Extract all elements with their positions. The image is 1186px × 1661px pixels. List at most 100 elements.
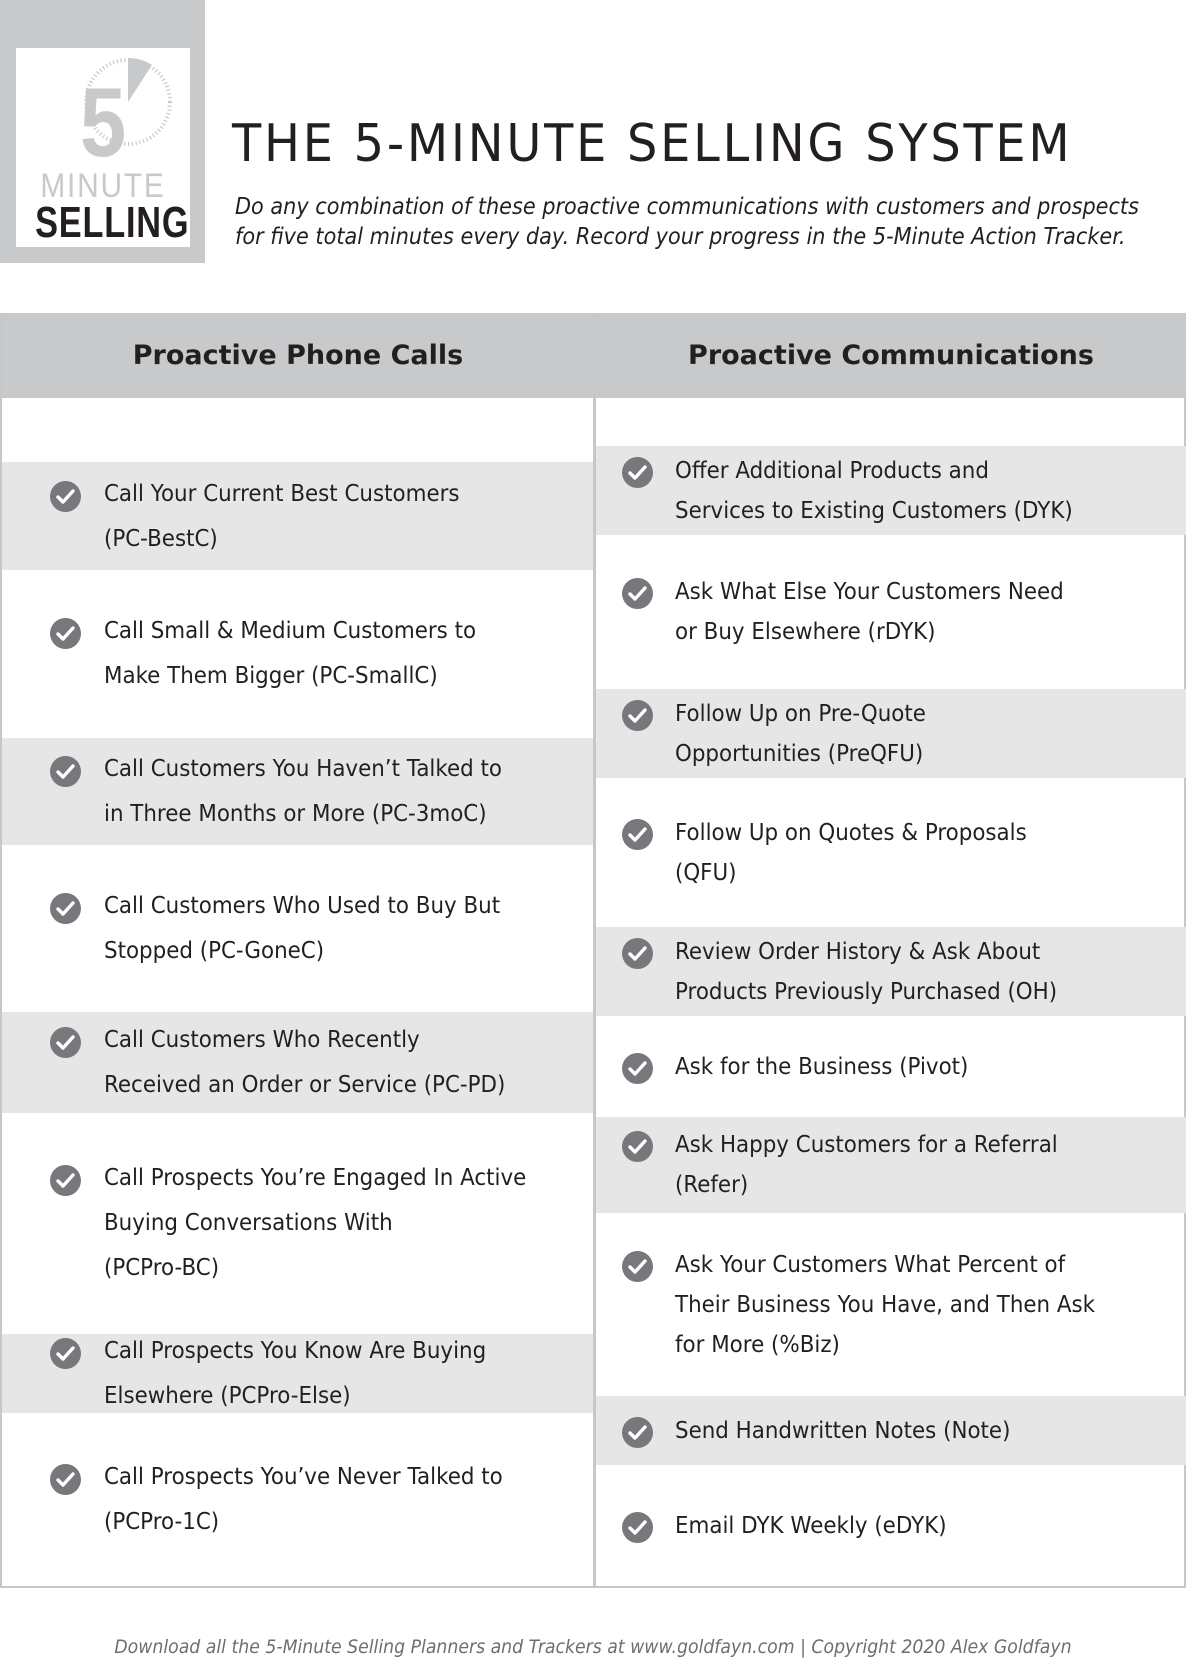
subtitle-line-2: for five total minutes every day. Record…	[235, 224, 1126, 250]
list-item-line: Ask for the Business (Pivot)	[675, 1054, 969, 1080]
check-circle-icon	[622, 1417, 653, 1448]
list-item-line: or Buy Elsewhere (rDYK)	[675, 619, 936, 645]
list-item-line: Call Your Current Best Customers	[104, 481, 460, 507]
table-row: Offer Additional Products and Services to…	[596, 446, 1186, 535]
list-item-text: Call Customers You Haven’t Talked to in T…	[104, 747, 502, 837]
check-circle-icon	[622, 819, 653, 850]
list-item-line: Services to Existing Customers (DYK)	[675, 498, 1073, 524]
list-item-text: Follow Up on Pre-Quote Opportunities (Pre…	[675, 694, 926, 774]
list-item-line: (PCPro-BC)	[104, 1255, 220, 1281]
list-item-line: Review Order History & Ask About	[675, 939, 1041, 965]
activities-table: Proactive Phone Calls Proactive Communic…	[0, 313, 1186, 1588]
check-circle-icon	[50, 481, 81, 512]
check-circle-icon	[622, 1053, 653, 1084]
list-item-text: Email DYK Weekly (eDYK)	[675, 1506, 947, 1546]
list-item-text: Call Customers Who Used to Buy But Stoppe…	[104, 884, 500, 974]
check-circle-icon	[50, 1165, 81, 1196]
table-row: Review Order History & Ask About Products…	[596, 927, 1186, 1016]
list-item-text: Call Prospects You’ve Never Talked to (PC…	[104, 1455, 503, 1545]
list-item-text: Ask Your Customers What Percent of Their …	[675, 1245, 1095, 1365]
list-item-line: Their Business You Have, and Then Ask	[675, 1292, 1096, 1318]
table-row: Follow Up on Quotes & Proposals (QFU)	[596, 778, 1186, 927]
table-row: Ask for the Business (Pivot)	[596, 1016, 1186, 1117]
footer-text: Download all the 5-Minute Selling Planne…	[114, 1636, 1072, 1658]
list-item-text: Review Order History & Ask About Products…	[675, 932, 1057, 1012]
check-circle-icon	[50, 893, 81, 924]
list-item-line: Call Customers Who Used to Buy But	[104, 893, 501, 919]
column-heading-communications: Proactive Communications	[688, 340, 1094, 371]
check-circle-icon	[50, 1464, 81, 1495]
table-row: Call Customers Who Recently Received an O…	[2, 1012, 593, 1113]
table-row: Send Handwritten Notes (Note)	[596, 1396, 1186, 1465]
list-item-text: Ask What Else Your Customers Need or Buy …	[675, 572, 1064, 652]
list-item-text: Call Prospects You Know Are Buying Elsewh…	[104, 1329, 486, 1419]
list-item-line: in Three Months or More (PC-3moC)	[104, 801, 487, 827]
list-item-line: Buying Conversations With	[104, 1210, 393, 1236]
check-circle-icon	[622, 700, 653, 731]
list-item-line: Ask What Else Your Customers Need	[675, 579, 1064, 605]
table-row: Call Prospects You Know Are Buying Elsewh…	[2, 1334, 593, 1413]
list-item-line: Ask Your Customers What Percent of	[675, 1252, 1066, 1278]
page-subtitle: Do any combination of these proactive co…	[235, 192, 1139, 252]
list-item-text: Send Handwritten Notes (Note)	[675, 1411, 1010, 1451]
subtitle-line-1: Do any combination of these proactive co…	[235, 194, 1139, 220]
list-item-line: Follow Up on Quotes & Proposals	[675, 820, 1027, 846]
table-row: Call Customers Who Used to Buy But Stoppe…	[2, 845, 593, 1012]
list-item-line: (Refer)	[675, 1172, 749, 1198]
list-item-line: Ask Happy Customers for a Referral	[675, 1132, 1058, 1158]
list-item-line: Opportunities (PreQFU)	[675, 741, 924, 767]
table-row: Ask Your Customers What Percent of Their …	[596, 1213, 1186, 1396]
table-row: Call Small & Medium Customers to Make The…	[2, 570, 593, 738]
logo: 5 MINUTE SELLING	[0, 0, 205, 263]
list-item-text: Call Your Current Best Customers (PC-Best…	[104, 472, 460, 562]
list-item-line: Call Prospects You’ve Never Talked to	[104, 1464, 503, 1490]
check-circle-icon	[50, 756, 81, 787]
list-item-line: (PCPro-1C)	[104, 1509, 220, 1535]
list-item-line: Stopped (PC-GoneC)	[104, 938, 325, 964]
check-circle-icon	[622, 938, 653, 969]
table-row: Ask What Else Your Customers Need or Buy …	[596, 535, 1186, 689]
list-item-line: Follow Up on Pre-Quote	[675, 701, 926, 727]
list-item-line: Offer Additional Products and	[675, 458, 989, 484]
list-item-line: (QFU)	[675, 860, 737, 886]
table-row: Call Prospects You’re Engaged In Active B…	[2, 1113, 593, 1334]
table-row: Call Prospects You’ve Never Talked to (PC…	[2, 1413, 593, 1586]
check-circle-icon	[622, 1251, 653, 1282]
table-row: Ask Happy Customers for a Referral (Refer…	[596, 1117, 1186, 1213]
list-item-line: Call Customers Who Recently	[104, 1027, 420, 1053]
logo-word-selling: SELLING	[35, 198, 190, 247]
list-item-text: Call Customers Who Recently Received an O…	[104, 1018, 505, 1108]
check-circle-icon	[622, 1131, 653, 1162]
list-item-line: Received an Order or Service (PC-PD)	[104, 1072, 506, 1098]
check-circle-icon	[622, 457, 653, 488]
list-item-line: (PC-BestC)	[104, 526, 218, 552]
list-item-text: Ask Happy Customers for a Referral (Refer…	[675, 1125, 1058, 1205]
check-circle-icon	[50, 1027, 81, 1058]
list-item-line: Email DYK Weekly (eDYK)	[675, 1513, 947, 1539]
table-row: Follow Up on Pre-Quote Opportunities (Pre…	[596, 689, 1186, 778]
list-item-line: Call Prospects You Know Are Buying	[104, 1338, 487, 1364]
check-circle-icon	[50, 618, 81, 649]
check-circle-icon	[622, 1512, 653, 1543]
list-item-line: Call Prospects You’re Engaged In Active	[104, 1165, 527, 1191]
table-row: Call Customers You Haven’t Talked to in T…	[2, 738, 593, 845]
footer: Download all the 5-Minute Selling Planne…	[0, 1633, 1186, 1661]
check-circle-icon	[50, 1338, 81, 1369]
logo-inner: 5 MINUTE SELLING	[16, 48, 190, 247]
list-item-text: Follow Up on Quotes & Proposals (QFU)	[675, 813, 1027, 893]
check-circle-icon	[622, 578, 653, 609]
list-item-text: Call Prospects You’re Engaged In Active B…	[104, 1156, 526, 1291]
list-item-line: Call Customers You Haven’t Talked to	[104, 756, 503, 782]
list-item-line: Call Small & Medium Customers to	[104, 618, 477, 644]
page-title: THE 5-MINUTE SELLING SYSTEM	[232, 114, 1073, 174]
table-row: Email DYK Weekly (eDYK)	[596, 1465, 1186, 1586]
list-item-text: Ask for the Business (Pivot)	[675, 1047, 968, 1087]
table-row: Call Your Current Best Customers (PC-Best…	[2, 462, 593, 570]
logo-number: 5	[79, 67, 127, 177]
column-heading-phone-calls: Proactive Phone Calls	[132, 340, 464, 371]
list-item-line: for More (%Biz)	[675, 1332, 840, 1358]
list-item-text: Offer Additional Products and Services to…	[675, 451, 1073, 531]
list-item-line: Send Handwritten Notes (Note)	[675, 1418, 1011, 1444]
list-item-line: Products Previously Purchased (OH)	[675, 979, 1058, 1005]
list-item-line: Make Them Bigger (PC-SmallC)	[104, 663, 438, 689]
